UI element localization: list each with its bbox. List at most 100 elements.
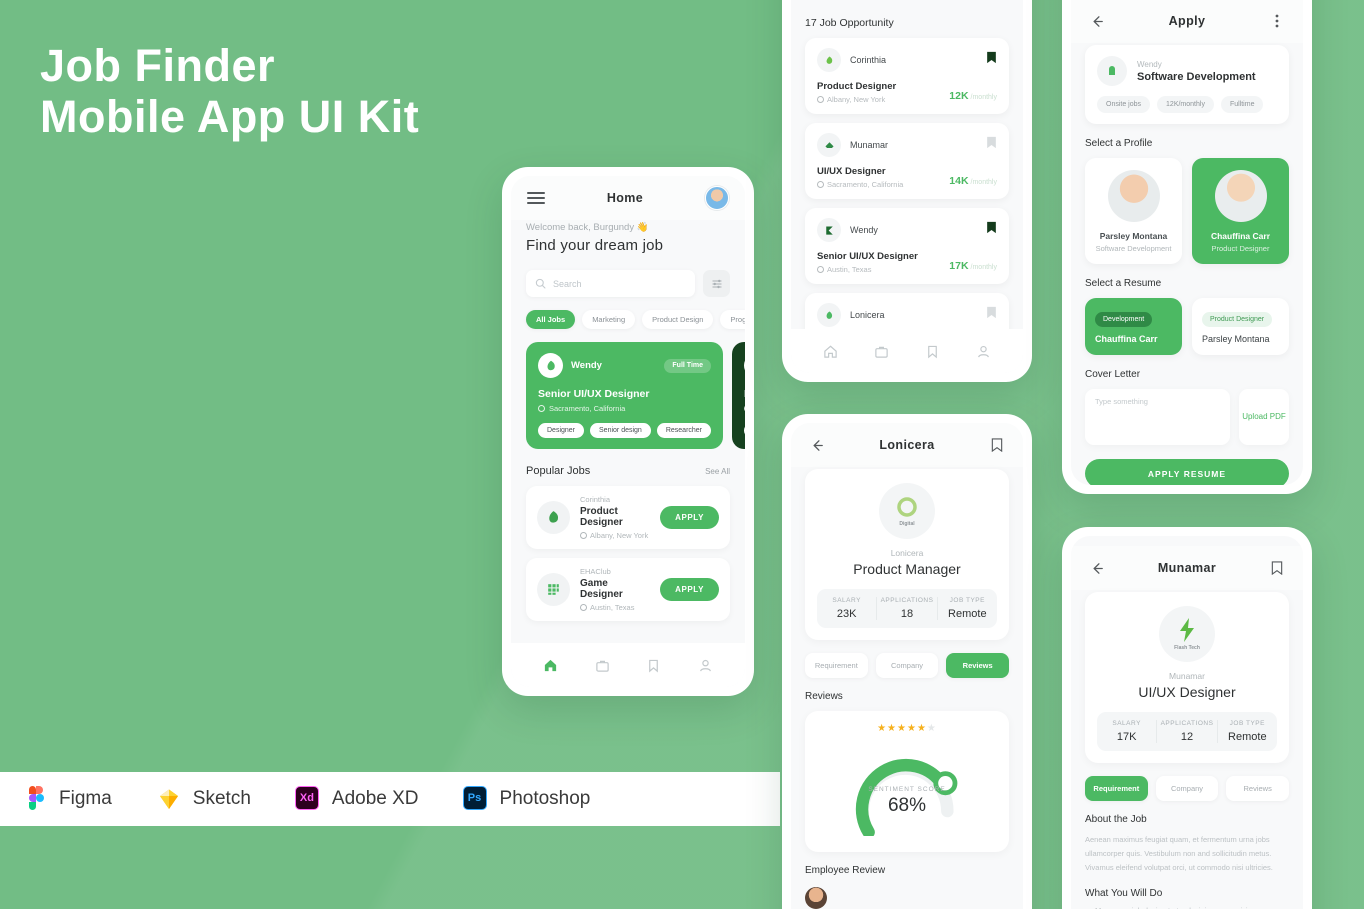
featured-job-card[interactable]: Wendy Full Time Senior UI/UX Designer Sa… xyxy=(526,342,724,449)
software-item-photoshop[interactable]: Ps Photoshop xyxy=(462,786,590,812)
briefcase-icon[interactable] xyxy=(595,658,610,673)
home-icon[interactable] xyxy=(543,658,558,673)
phone-mockup-munamar-detail: Munamar Flash Tech Munamar UI/UX Designe… xyxy=(1062,527,1312,909)
see-all-link[interactable]: See All xyxy=(705,467,730,476)
back-arrow-icon[interactable] xyxy=(807,435,827,455)
figma-icon xyxy=(22,786,48,812)
profile-option-chauffina-carr[interactable]: Chauffina Carr Product Designer xyxy=(1192,158,1289,264)
chip-marketing[interactable]: Marketing xyxy=(582,310,636,329)
apply-button[interactable]: APPLY xyxy=(660,578,719,601)
job-summary-card: Flash Tech Munamar UI/UX Designer SALARY… xyxy=(1085,592,1289,763)
tab-company[interactable]: Company xyxy=(1155,776,1219,801)
xd-badge: Xd xyxy=(294,786,319,810)
more-options-icon[interactable] xyxy=(1267,11,1287,31)
munamar-title: Munamar xyxy=(1157,561,1217,575)
job-list-item[interactable]: Munamar UI/UX Designer Sacramento, Calif… xyxy=(805,123,1009,199)
upload-pdf-button[interactable]: Upload PDF xyxy=(1239,389,1289,445)
select-resume-heading: Select a Resume xyxy=(1085,278,1162,289)
job-location: Austin, Texas xyxy=(580,603,650,612)
bookmark-icon[interactable] xyxy=(646,658,661,673)
tab-reviews[interactable]: Reviews xyxy=(1226,776,1290,801)
featured-job-card-secondary[interactable]: Produ Cup Desig xyxy=(732,342,745,449)
home-topbar: Home xyxy=(511,176,745,220)
job-title: Senior UI/UX Designer xyxy=(538,388,650,400)
popular-job-row[interactable]: Corinthia Product Designer Albany, New Y… xyxy=(526,486,730,549)
bookmark-icon[interactable] xyxy=(925,344,940,359)
profile-icon[interactable] xyxy=(976,344,991,359)
apply-topbar: Apply xyxy=(1071,0,1303,43)
chip-product-design[interactable]: Product Design xyxy=(642,310,714,329)
bookmark-icon[interactable] xyxy=(986,136,997,154)
popular-job-row[interactable]: EHAClub Game Designer Austin, Texas APPL… xyxy=(526,558,730,621)
job-tag[interactable]: Senior design xyxy=(590,423,651,438)
back-arrow-icon[interactable] xyxy=(1087,558,1107,578)
bookmark-icon[interactable] xyxy=(986,221,997,239)
location-text: Sacramento, California xyxy=(549,404,626,413)
chip-programming[interactable]: Progr xyxy=(720,310,745,329)
job-list-item[interactable]: Corinthia Product Designer Albany, New Y… xyxy=(805,38,1009,114)
software-item-sketch[interactable]: Sketch xyxy=(156,786,251,812)
sentiment-card: ★★★★★★ SENTIMENT SCORE 68% xyxy=(805,711,1009,852)
job-location: Austin, Texas xyxy=(817,265,918,274)
cover-letter-textarea[interactable]: Type something xyxy=(1085,389,1230,445)
home-heading: Find your dream job xyxy=(526,237,664,254)
bookmark-icon[interactable] xyxy=(987,435,1007,455)
job-title: Senior UI/UX Designer xyxy=(817,251,918,262)
back-arrow-icon[interactable] xyxy=(1087,11,1107,31)
phone-mockup-home: Home Welcome back, Burgundy 👋 Find your … xyxy=(502,167,754,696)
avatar xyxy=(1107,170,1160,222)
company-logo-icon xyxy=(744,353,745,378)
job-tag[interactable]: Desig xyxy=(744,423,745,438)
photoshop-icon: Ps xyxy=(462,786,489,812)
profile-icon[interactable] xyxy=(698,658,713,673)
gauge-value: 68% xyxy=(887,795,927,816)
filter-button[interactable] xyxy=(703,270,730,297)
briefcase-icon[interactable] xyxy=(874,344,889,359)
apply-title: Apply xyxy=(1168,14,1206,28)
bookmark-icon[interactable] xyxy=(986,306,997,324)
software-item-figma[interactable]: Figma xyxy=(22,786,112,812)
employee-review-heading: Employee Review xyxy=(805,865,886,876)
job-title: UI/UX Designer xyxy=(817,166,886,177)
tab-requirement[interactable]: Requirement xyxy=(1085,776,1148,801)
salary-period: /monthly xyxy=(970,264,997,271)
stat-salary: SALARY 23K xyxy=(817,597,876,620)
chip-all-jobs[interactable]: All Jobs xyxy=(526,310,576,329)
category-chips: All Jobs Marketing Product Design Progr xyxy=(526,310,745,329)
job-opportunity-count: 17 Job Opportunity xyxy=(805,17,894,29)
menu-icon[interactable] xyxy=(527,189,545,207)
tab-reviews[interactable]: Reviews xyxy=(946,653,1010,678)
avatar[interactable] xyxy=(705,186,729,210)
resume-option-product-designer[interactable]: Product Designer Parsley Montana xyxy=(1192,298,1289,355)
company-name: EHAClub xyxy=(580,567,611,576)
search-input[interactable]: Search xyxy=(526,270,695,297)
job-title: Product Manager xyxy=(853,561,961,577)
stat-value: 23K xyxy=(836,608,857,620)
resume-tag: Product Designer xyxy=(1202,312,1273,327)
job-tag[interactable]: Designer xyxy=(538,423,585,438)
job-list-item[interactable]: Wendy Senior UI/UX Designer Austin, Texa… xyxy=(805,208,1009,284)
company-logo-icon xyxy=(817,48,841,72)
select-profile-heading: Select a Profile xyxy=(1085,138,1153,149)
resume-name: Chauffina Carr xyxy=(1095,334,1158,344)
tab-requirement[interactable]: Requirement xyxy=(805,653,868,678)
search-placeholder: Search xyxy=(553,278,582,289)
apply-button[interactable]: APPLY xyxy=(660,506,719,529)
bookmark-icon[interactable] xyxy=(986,51,997,69)
resume-option-development[interactable]: Development Chauffina Carr xyxy=(1085,298,1182,355)
sketch-icon xyxy=(156,786,182,812)
tab-company[interactable]: Company xyxy=(875,653,939,678)
bookmark-icon[interactable] xyxy=(1267,558,1287,578)
home-icon[interactable] xyxy=(823,344,838,359)
star-rating: ★★★★★★ xyxy=(877,723,937,734)
employee-review-row[interactable] xyxy=(805,887,1009,909)
job-tag[interactable]: Researcher xyxy=(656,423,712,438)
apply-resume-button[interactable]: APPLY RESUME xyxy=(1085,459,1289,485)
what-you-will-do-heading: What You Will Do xyxy=(1085,887,1163,899)
location-pin-icon xyxy=(580,532,587,539)
job-tags: Designer Senior design Researcher xyxy=(538,423,712,438)
job-stats: SALARY 17K APPLICATIONS 12 JOB TYPE Remo… xyxy=(1097,712,1277,751)
what-you-will-do-item: Maecenas job design tortor, lacinia orna… xyxy=(1085,906,1289,909)
profile-option-parsley-montana[interactable]: Parsley Montana Software Development xyxy=(1085,158,1182,264)
software-item-adobe-xd[interactable]: Xd Adobe XD xyxy=(294,786,419,812)
